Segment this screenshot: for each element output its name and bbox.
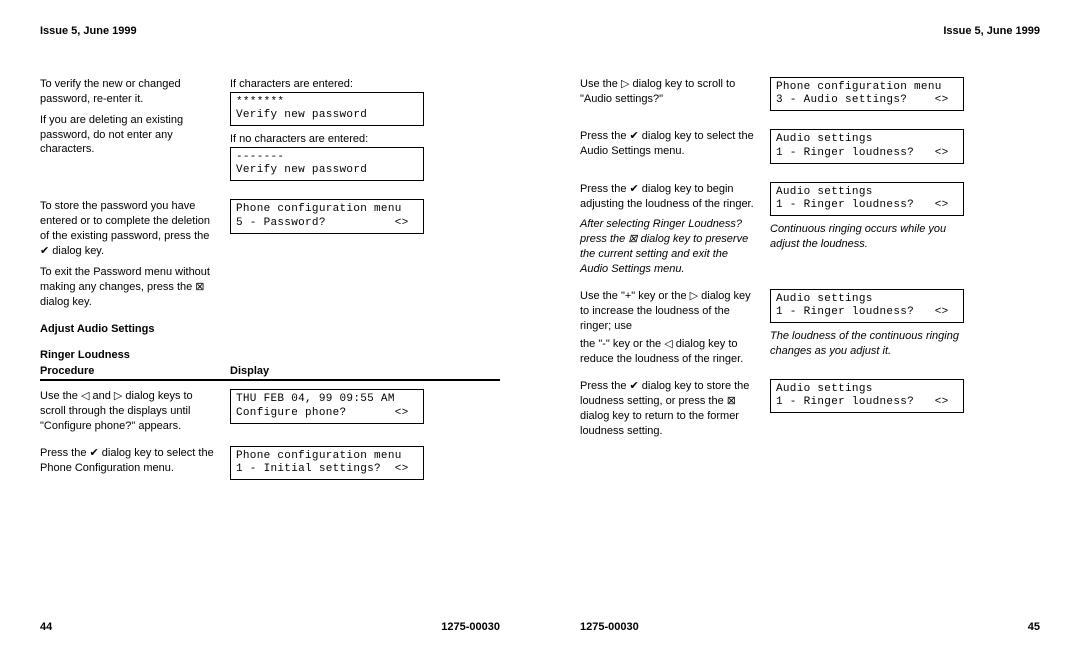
doc-id: 1275-00030 <box>441 621 500 633</box>
lcd-display: Audio settings 1 - Ringer loudness? <> <box>770 182 964 216</box>
proc-text: To exit the Password menu without making… <box>40 265 218 310</box>
lcd-display: Phone configuration menu 1 - Initial set… <box>230 446 424 480</box>
header-right: Issue 5, June 1999 <box>580 25 1040 37</box>
row-select-config-menu: Press the ✔ dialog key to select the Pho… <box>40 446 500 486</box>
row-store-password: To store the password you have entered o… <box>40 199 500 309</box>
section-title: Adjust Audio Settings <box>40 323 500 335</box>
footer-right: 1275-00030 45 <box>580 621 1040 633</box>
disp-note: The loudness of the continuous ringing c… <box>770 329 964 359</box>
header-left: Issue 5, June 1999 <box>40 25 500 37</box>
page-spread: Issue 5, June 1999 To verify the new or … <box>0 0 1080 655</box>
proc-text: To store the password you have entered o… <box>40 199 218 258</box>
lcd-display: THU FEB 04, 99 09:55 AM Configure phone?… <box>230 389 424 423</box>
lcd-display: Audio settings 1 - Ringer loudness? <> <box>770 129 964 163</box>
proc-text: the "-" key or the ◁ dialog key to reduc… <box>580 337 758 367</box>
proc-text: To verify the new or changed password, r… <box>40 77 218 107</box>
proc-text: Press the ✔ dialog key to select the Aud… <box>580 129 770 159</box>
doc-id: 1275-00030 <box>580 621 639 633</box>
row-scroll-audio: Use the ▷ dialog key to scroll to "Audio… <box>580 77 1040 117</box>
lcd-display: ******* Verify new password <box>230 92 424 126</box>
proc-text: If you are deleting an existing password… <box>40 113 218 158</box>
lcd-display: Audio settings 1 - Ringer loudness? <> <box>770 289 964 323</box>
disp-label: If no characters are entered: <box>230 132 424 147</box>
page-right: Issue 5, June 1999 Use the ▷ dialog key … <box>540 0 1080 655</box>
page-number: 45 <box>1028 621 1040 633</box>
page-left: Issue 5, June 1999 To verify the new or … <box>0 0 540 655</box>
proc-text: Press the ✔ dialog key to select the Pho… <box>40 446 230 476</box>
col-display: Display <box>230 365 424 377</box>
proc-text: Press the ✔ dialog key to store the loud… <box>580 379 770 438</box>
proc-text: Use the ▷ dialog key to scroll to "Audio… <box>580 77 770 107</box>
disp-label: If characters are entered: <box>230 77 424 92</box>
row-store-loudness: Press the ✔ dialog key to store the loud… <box>580 379 1040 438</box>
lcd-display: Phone configuration menu 5 - Password? <… <box>230 199 424 233</box>
proc-text: Press the ✔ dialog key to begin adjustin… <box>580 182 758 212</box>
lcd-display: Audio settings 1 - Ringer loudness? <> <box>770 379 964 413</box>
table-header: Procedure Display <box>40 365 500 381</box>
col-procedure: Procedure <box>40 365 230 377</box>
lcd-display: ------- Verify new password <box>230 147 424 181</box>
proc-text: Use the "+" key or the ▷ dialog key to i… <box>580 289 758 334</box>
row-adjust-loudness: Use the "+" key or the ▷ dialog key to i… <box>580 289 1040 367</box>
row-configure-phone: Use the ◁ and ▷ dialog keys to scroll th… <box>40 389 500 434</box>
lcd-display: Phone configuration menu 3 - Audio setti… <box>770 77 964 111</box>
section-title: Ringer Loudness <box>40 349 500 361</box>
row-verify-password: To verify the new or changed password, r… <box>40 77 500 187</box>
footer-left: 44 1275-00030 <box>40 621 500 633</box>
row-begin-adjust: Press the ✔ dialog key to begin adjustin… <box>580 182 1040 277</box>
page-number: 44 <box>40 621 52 633</box>
disp-note: Continuous ringing occurs while you adju… <box>770 222 964 252</box>
row-select-audio: Press the ✔ dialog key to select the Aud… <box>580 129 1040 169</box>
proc-note: After selecting Ringer Loudness? press t… <box>580 217 758 276</box>
proc-text: Use the ◁ and ▷ dialog keys to scroll th… <box>40 389 230 434</box>
